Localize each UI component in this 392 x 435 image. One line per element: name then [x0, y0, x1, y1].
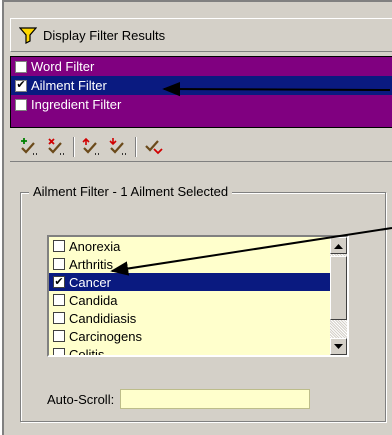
- ailment-filter-group: Ailment Filter - 1 Ailment Selected Anor…: [20, 184, 386, 422]
- filter-toolbar: [10, 132, 392, 162]
- ailment-label: Anorexia: [69, 238, 121, 254]
- filter-row-word[interactable]: Word Filter: [11, 57, 392, 76]
- ailment-label: Candidiasis: [69, 310, 137, 326]
- ailment-label: Candida: [69, 292, 118, 308]
- autoscroll-input[interactable]: [120, 389, 311, 409]
- ailment-checkbox[interactable]: [53, 294, 65, 306]
- filter-type-list[interactable]: Word Filter ✔ Ailment Filter Ingredient …: [10, 56, 392, 128]
- ailment-checkbox[interactable]: ✔: [53, 276, 65, 288]
- list-scrollbar[interactable]: [330, 237, 347, 355]
- word-filter-checkbox[interactable]: [15, 60, 27, 73]
- group-title: Ailment Filter - 1 Ailment Selected: [29, 184, 233, 199]
- ingredient-filter-checkbox[interactable]: [15, 98, 27, 111]
- scroll-down-button[interactable]: [330, 338, 347, 355]
- list-item[interactable]: Candidiasis: [49, 309, 331, 327]
- list-item[interactable]: Carcinogens: [49, 327, 331, 345]
- ailment-listbox[interactable]: Anorexia Arthritis ✔ Cancer Candida Cand…: [47, 235, 349, 357]
- filter-label: Ailment Filter: [31, 78, 107, 93]
- check-clear-icon: [145, 139, 163, 154]
- funnel-icon: [19, 27, 37, 44]
- check-down-icon: [109, 137, 126, 155]
- list-item[interactable]: Anorexia: [49, 237, 331, 255]
- list-item[interactable]: Candida: [49, 291, 331, 309]
- ailment-label: Colitis: [69, 346, 105, 356]
- arrow-down-icon: [334, 343, 343, 349]
- list-item[interactable]: Colitis: [49, 345, 331, 355]
- check-add-icon: [21, 137, 37, 155]
- filter-panel: Display Filter Results Word Filter ✔ Ail…: [2, 0, 392, 435]
- check-remove-icon: [48, 137, 64, 155]
- ailment-checkbox[interactable]: [53, 258, 65, 270]
- check-up-button[interactable]: [78, 135, 104, 159]
- check-clear-button[interactable]: [140, 135, 166, 159]
- autoscroll-label: Auto-Scroll:: [47, 391, 115, 407]
- list-item[interactable]: Arthritis: [49, 255, 331, 273]
- ailment-filter-checkbox[interactable]: ✔: [15, 79, 27, 92]
- check-remove-button[interactable]: [43, 135, 69, 159]
- scroll-up-button[interactable]: [330, 237, 347, 254]
- scroll-thumb[interactable]: [330, 256, 347, 320]
- filter-label: Ingredient Filter: [31, 97, 122, 112]
- display-filter-results-button[interactable]: Display Filter Results: [10, 18, 392, 52]
- header-title: Display Filter Results: [43, 27, 166, 43]
- ailment-label: Carcinogens: [69, 328, 142, 344]
- filter-label: Word Filter: [31, 59, 95, 74]
- autoscroll-row: Auto-Scroll:: [47, 389, 311, 409]
- check-add-button[interactable]: [16, 135, 42, 159]
- ailment-checkbox[interactable]: [53, 330, 65, 342]
- toolbar-separator: [135, 136, 137, 157]
- toolbar-separator: [73, 136, 75, 157]
- ailment-checkbox[interactable]: [53, 348, 65, 355]
- ailment-list: Anorexia Arthritis ✔ Cancer Candida Cand…: [49, 237, 331, 355]
- filter-row-ailment[interactable]: ✔ Ailment Filter: [11, 76, 392, 95]
- ailment-checkbox[interactable]: [53, 312, 65, 324]
- ailment-label: Arthritis: [69, 256, 114, 272]
- ailment-label: Cancer: [69, 274, 111, 290]
- check-down-button[interactable]: [105, 135, 131, 159]
- check-up-icon: [82, 137, 99, 155]
- ailment-checkbox[interactable]: [53, 240, 65, 252]
- filter-row-ingredient[interactable]: Ingredient Filter: [11, 95, 392, 114]
- list-item[interactable]: ✔ Cancer: [49, 273, 331, 291]
- arrow-up-icon: [334, 243, 343, 249]
